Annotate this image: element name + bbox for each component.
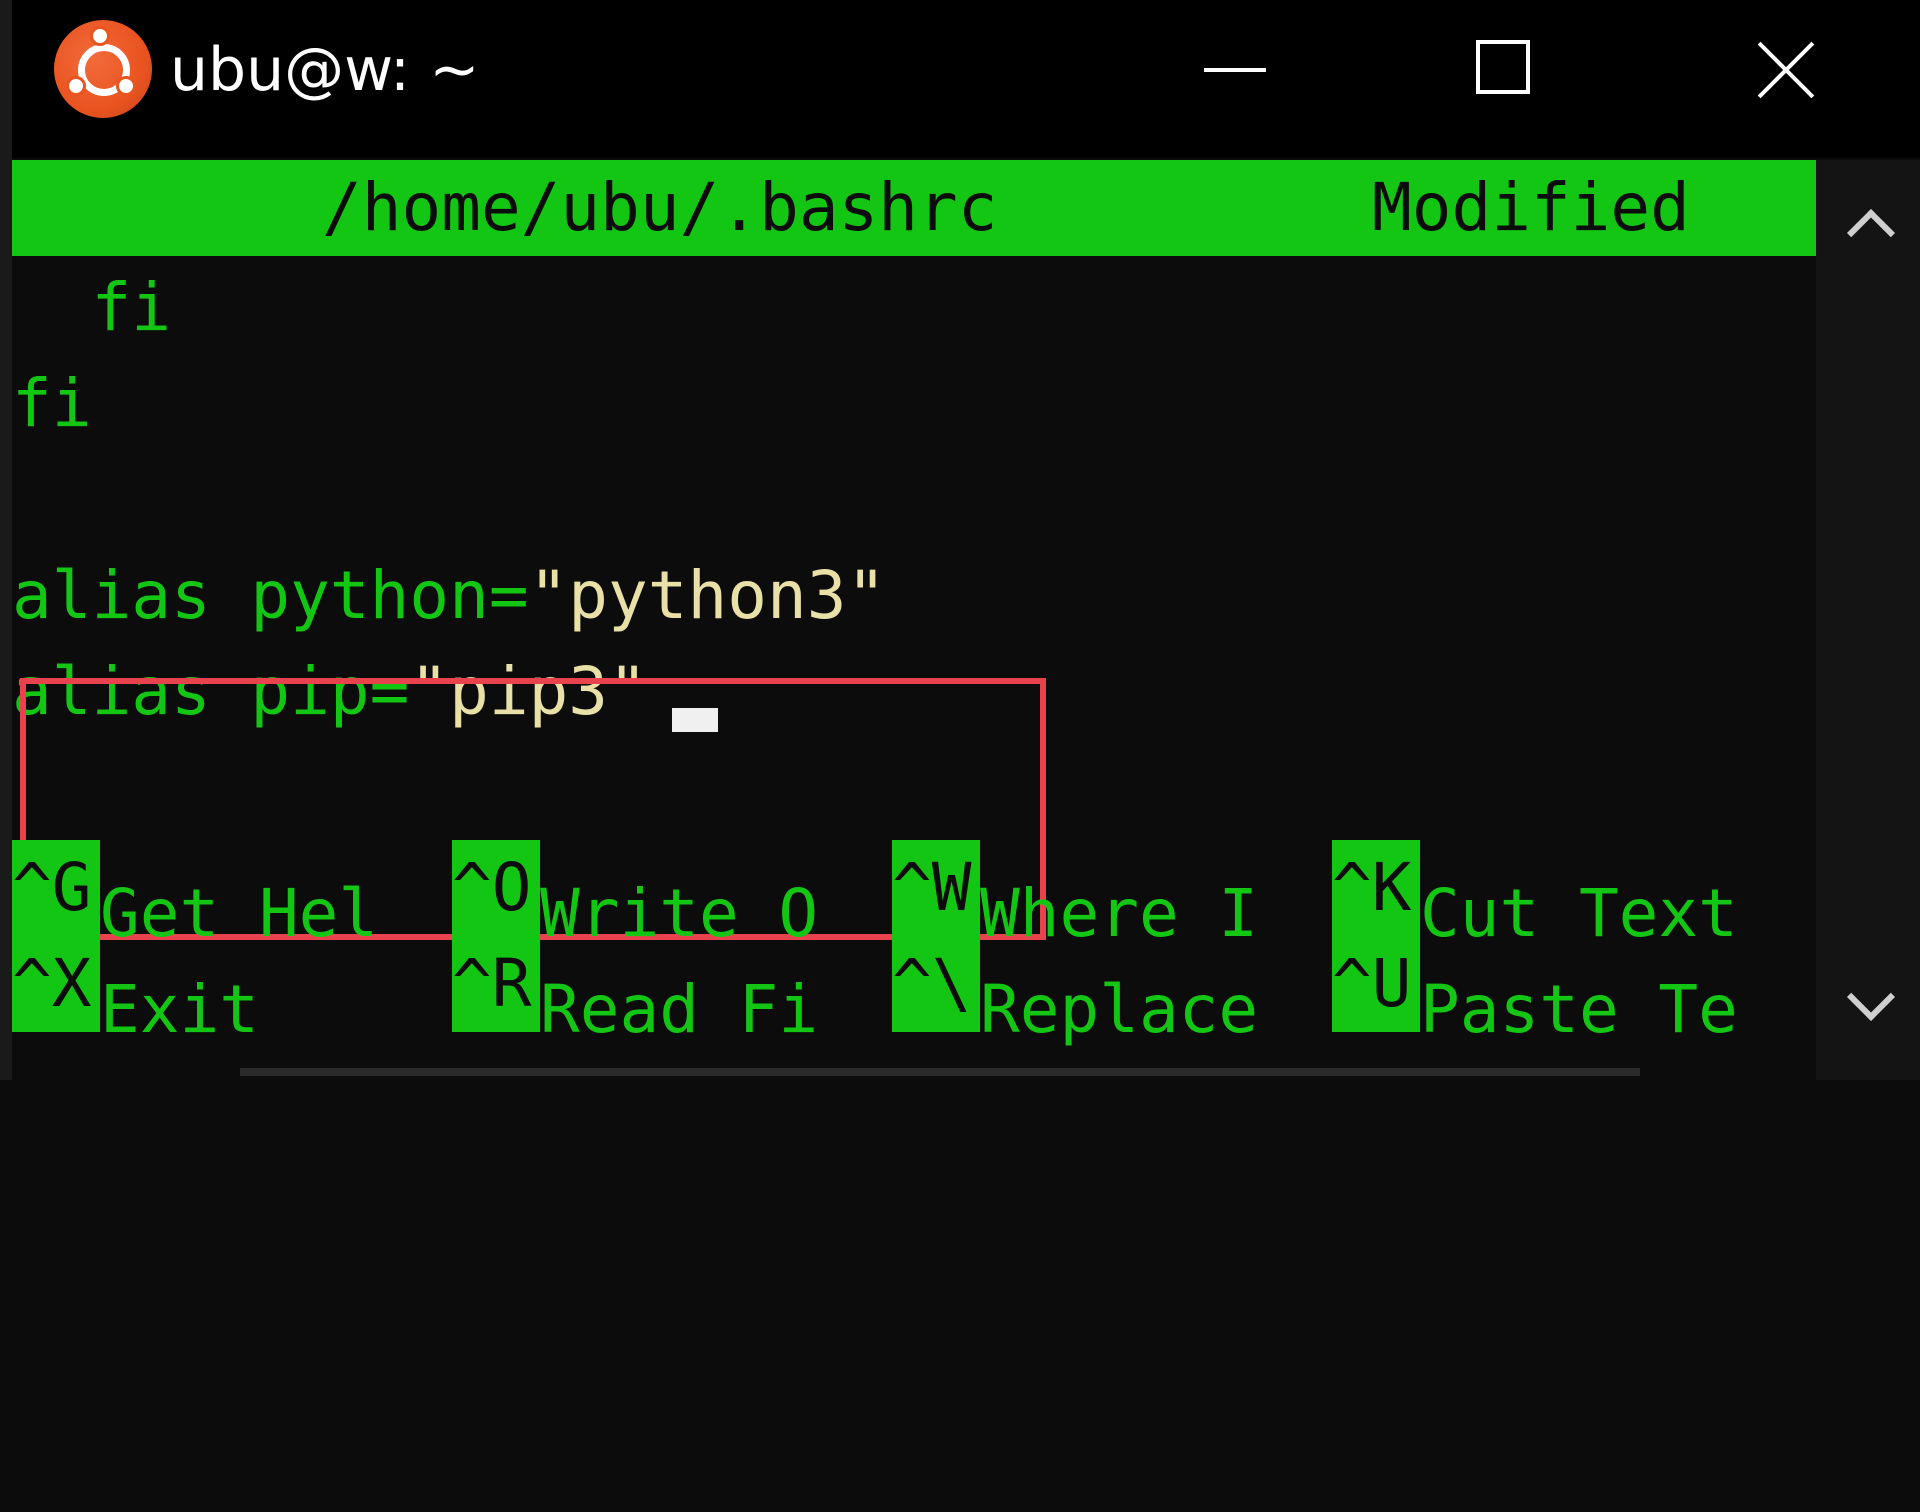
shortcut-paste-text[interactable]: ^U Paste Te — [1332, 936, 1738, 1048]
chevron-up-icon — [1846, 208, 1896, 258]
ubuntu-logo-icon — [54, 20, 152, 118]
shortcut-label: Paste Te — [1420, 971, 1738, 1048]
shortcut-key: ^R — [452, 936, 540, 1032]
line-text: fi — [91, 269, 171, 346]
horizontal-scroll-track — [240, 1068, 1640, 1076]
shortcut-key: ^U — [1332, 936, 1420, 1032]
shortcut-key: ^X — [12, 936, 100, 1032]
shortcut-key: ^W — [892, 840, 980, 936]
shortcut-label: Read Fi — [540, 971, 819, 1048]
window-title: ubu@w: ~ — [170, 35, 480, 105]
shortcut-exit[interactable]: ^X Exit — [12, 936, 259, 1048]
header-modified-status: Modified — [1372, 169, 1690, 246]
chevron-down-icon — [1846, 972, 1896, 1022]
shortcut-replace[interactable]: ^\ Replace — [892, 936, 1258, 1048]
maximize-button[interactable] — [1444, 20, 1564, 120]
shortcut-key: ^G — [12, 840, 100, 936]
shortcut-key: ^K — [1332, 840, 1420, 936]
shortcut-where-is[interactable]: ^W Where I — [892, 840, 1258, 952]
editor-line-2[interactable]: fi — [12, 356, 91, 452]
minimize-button[interactable] — [1174, 20, 1294, 120]
shortcut-read-file[interactable]: ^R Read Fi — [452, 936, 818, 1048]
header-filename: /home/ubu/.bashrc — [322, 169, 998, 246]
maximize-icon — [1476, 40, 1530, 94]
title-bar[interactable]: ubu@w: ~ — [12, 0, 1920, 158]
alias-string: "python3" — [528, 557, 887, 634]
close-icon — [1754, 38, 1818, 102]
shortcut-row-1: ^G Get Hel ^O Write O ^W Where I ^K Cut Text — [12, 840, 1816, 952]
shortcut-label: Replace — [980, 971, 1259, 1048]
editor-line-alias-python[interactable]: alias python="python3" — [12, 548, 886, 644]
alias-code: alias python= — [12, 557, 529, 634]
shortcut-label: Exit — [100, 971, 259, 1048]
shortcut-key: ^O — [452, 840, 540, 936]
vertical-scrollbar[interactable] — [1816, 160, 1920, 1080]
nano-header-bar: /home/ubu/.bashrc Modified — [12, 160, 1816, 256]
shortcut-row-2: ^X Exit ^R Read Fi ^\ Replace ^U Paste Te — [12, 936, 1816, 1048]
close-button[interactable] — [1724, 20, 1844, 120]
editor-line-1[interactable]: fi — [12, 260, 171, 356]
line-text: fi — [12, 365, 92, 442]
terminal-window: ubu@w: ~ /home/ubu/.bashrc Modified fi f… — [0, 0, 1920, 1080]
shortcut-cut-text[interactable]: ^K Cut Text — [1332, 840, 1738, 952]
scroll-down-button[interactable] — [1846, 972, 1896, 1024]
shortcut-write-out[interactable]: ^O Write O — [452, 840, 818, 952]
shortcut-key: ^\ — [892, 936, 980, 1032]
minimize-icon — [1204, 68, 1266, 72]
shortcut-get-help[interactable]: ^G Get Hel — [12, 840, 378, 952]
window-left-border — [0, 0, 12, 1080]
scroll-up-button[interactable] — [1846, 200, 1896, 258]
nano-editor[interactable]: /home/ubu/.bashrc Modified fi fi alias p… — [12, 160, 1816, 1080]
